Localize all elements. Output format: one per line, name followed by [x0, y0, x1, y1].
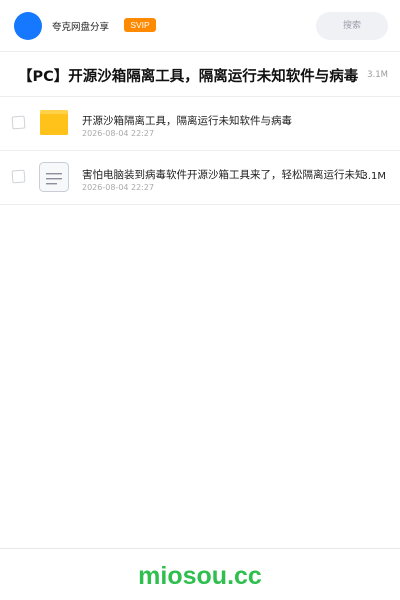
- app-title: 夸克网盘分享: [52, 22, 110, 33]
- share-page: 夸克网盘分享 SVIP 搜索 【PC】开源沙箱隔离工具，隔离运行未知软件与病毒 …: [0, 0, 400, 600]
- file-size: 3.1M: [361, 171, 386, 182]
- svip-badge[interactable]: SVIP: [124, 18, 156, 32]
- file-date: 2026-08-04 22:27: [82, 183, 155, 192]
- row-checkbox[interactable]: [11, 169, 26, 184]
- footer: miosou.cc: [0, 548, 400, 600]
- file-row-document[interactable]: 害怕电脑装到病毒软件开源沙箱工具来了，轻松隔离运行未知软件 2026-08-04…: [0, 151, 400, 205]
- row-checkbox[interactable]: [11, 115, 26, 130]
- file-row-folder[interactable]: 开源沙箱隔离工具，隔离运行未知软件与病毒 2026-08-04 22:27: [0, 97, 400, 151]
- page-title: 【PC】开源沙箱隔离工具，隔离运行未知软件与病毒: [18, 69, 359, 85]
- header: 夸克网盘分享 SVIP 搜索: [0, 0, 400, 52]
- avatar[interactable]: [14, 12, 42, 40]
- total-size: 3.1M: [367, 70, 388, 80]
- folder-icon: [38, 107, 70, 139]
- file-date: 2026-08-04 22:27: [82, 129, 155, 138]
- search-button[interactable]: 搜索: [316, 12, 388, 40]
- footer-brand[interactable]: miosou.cc: [0, 562, 400, 591]
- document-icon: [38, 161, 70, 193]
- file-name[interactable]: 害怕电脑装到病毒软件开源沙箱工具来了，轻松隔离运行未知软件: [82, 167, 364, 182]
- share-title-bar: 【PC】开源沙箱隔离工具，隔离运行未知软件与病毒 3.1M: [0, 52, 400, 97]
- file-name[interactable]: 开源沙箱隔离工具，隔离运行未知软件与病毒: [82, 113, 364, 128]
